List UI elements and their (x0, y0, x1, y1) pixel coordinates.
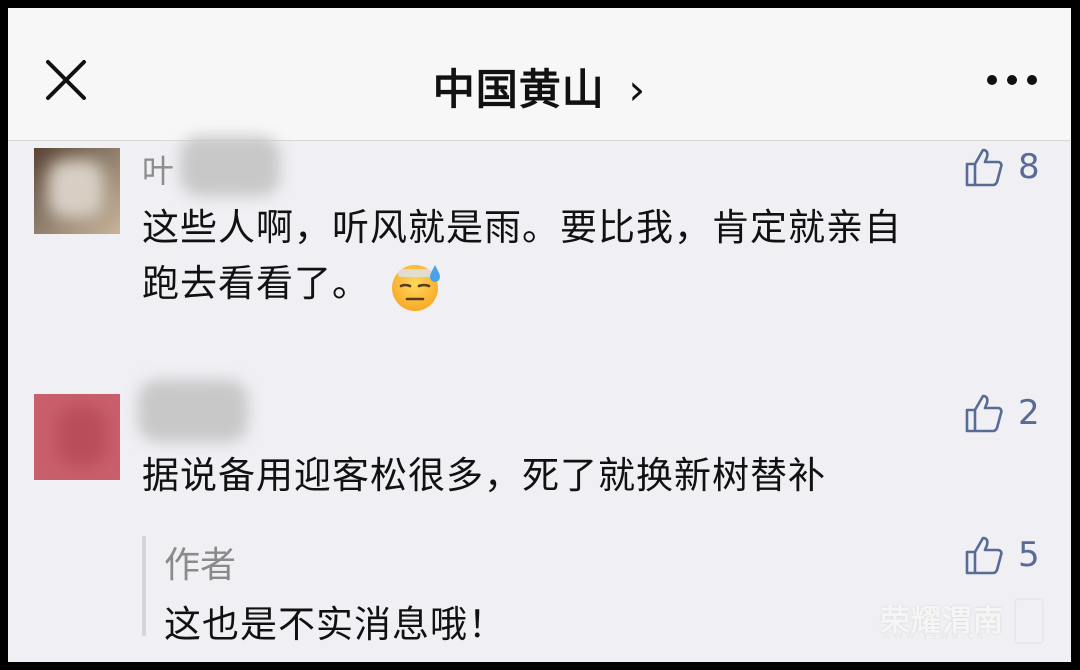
watermark-logo: 荣耀渭南 WWW.YSWN.CN (880, 596, 1045, 646)
navigation-bar: 中国黄山 › (8, 8, 1071, 141)
comment-text-line: 跑去看看了。 (142, 256, 1042, 313)
account-name: 中国黄山 (432, 65, 605, 114)
account-title[interactable]: 中国黄山 › (8, 56, 1071, 117)
comment-text-line2: 跑去看看了。 (142, 262, 370, 305)
avatar[interactable] (34, 148, 120, 234)
reply-like-button[interactable]: 5 (964, 534, 1040, 576)
article-comments-screen: 中国黄山 › 叶 8 这些人啊，听风就是雨。要比我，肯定就亲自 跑去看看了。 2… (8, 8, 1071, 662)
username[interactable]: 叶 (142, 146, 174, 192)
like-count: 5 (1018, 535, 1040, 575)
cold-sweat-emoji-icon (391, 264, 440, 311)
comment-text-line: 这些人啊，听风就是雨。要比我，肯定就亲自 (142, 206, 902, 249)
username-blur (180, 136, 280, 196)
chevron-right-icon: › (628, 65, 647, 114)
reply-divider (142, 536, 146, 636)
thumbs-up-icon (965, 394, 1003, 433)
like-count: 2 (1018, 393, 1040, 433)
reply-text: 这也是不实消息哦！ (164, 603, 506, 646)
thumbs-up-icon (965, 536, 1003, 575)
like-count: 8 (1018, 147, 1040, 187)
like-button[interactable]: 2 (964, 392, 1040, 434)
reply-author: 作者 (164, 545, 237, 586)
like-button[interactable]: 8 (964, 146, 1040, 188)
comment-text: 这些人啊，听风就是雨。要比我，肯定就亲自 跑去看看了。 (142, 200, 1042, 313)
avatar[interactable] (34, 394, 120, 480)
watermark-url: WWW.YSWN.CN (882, 632, 987, 642)
phone-icon (1014, 598, 1044, 644)
comment-text: 据说备用迎客松很多，死了就换新树替补 (142, 454, 826, 497)
more-icon[interactable] (986, 68, 1038, 92)
thumbs-up-icon (965, 148, 1003, 187)
username-blur (138, 380, 248, 442)
